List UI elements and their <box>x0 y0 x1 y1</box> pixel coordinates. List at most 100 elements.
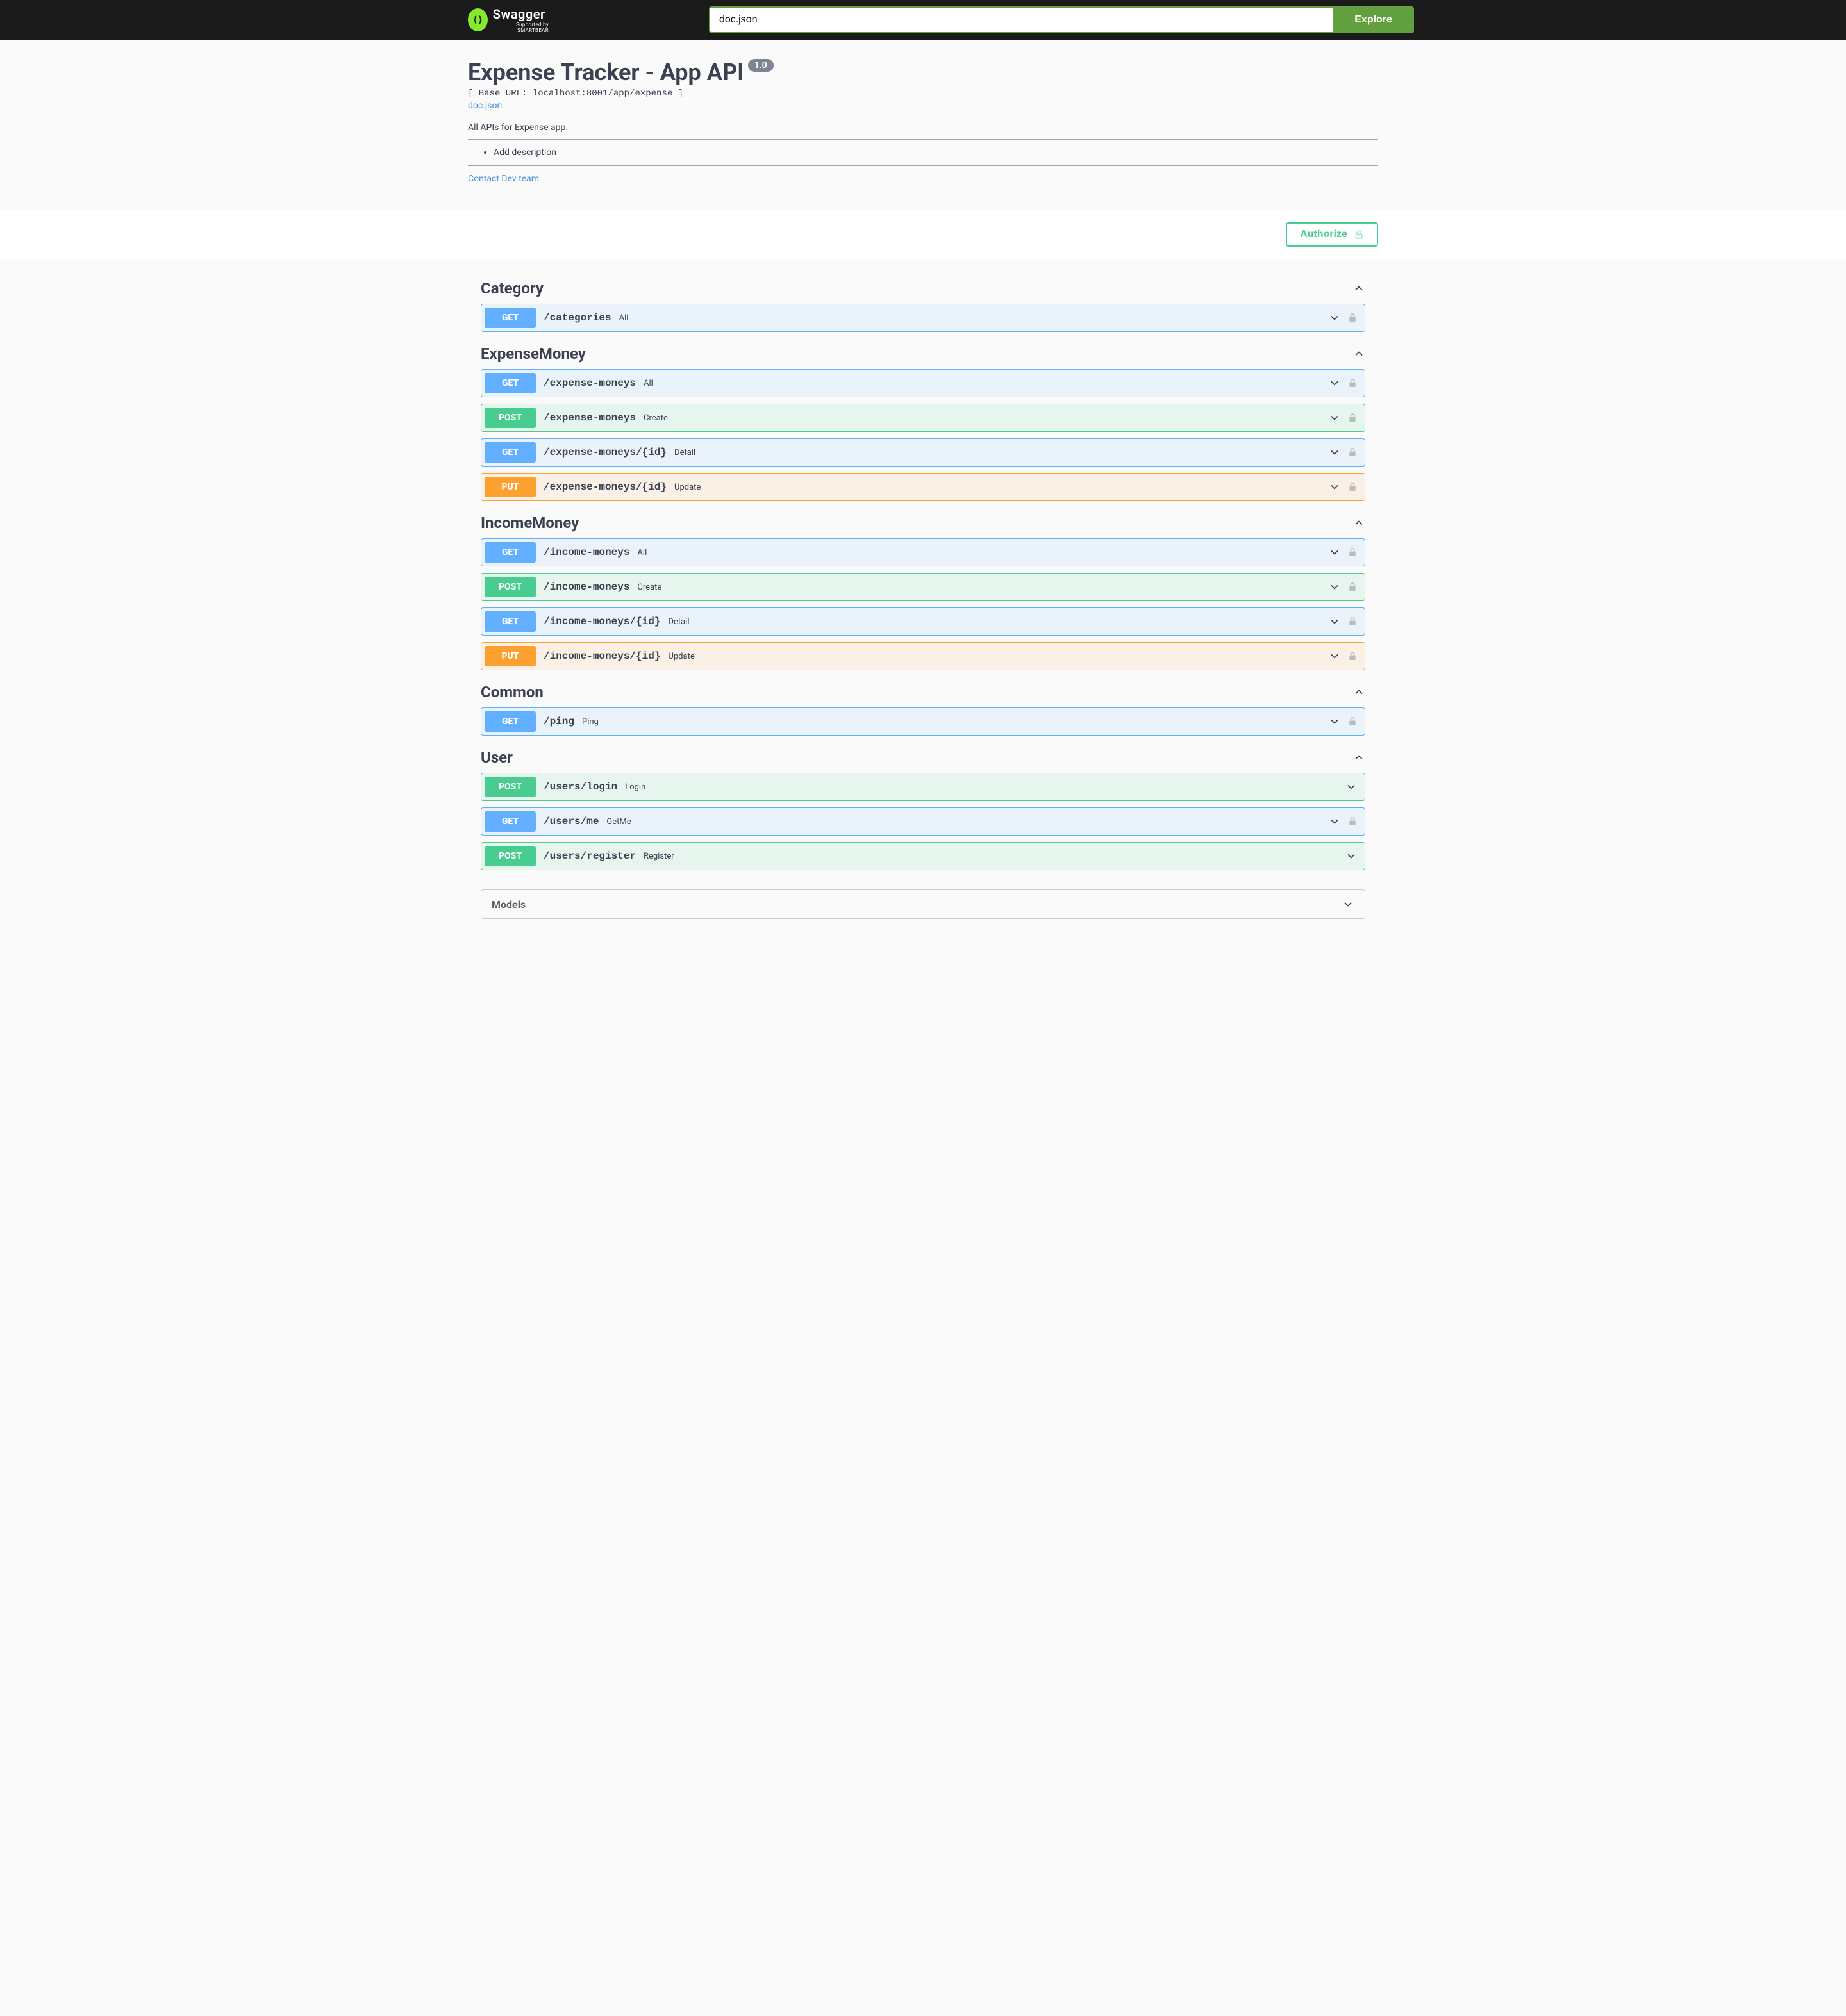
lock-icon[interactable] <box>1347 412 1358 424</box>
chevron-down-icon <box>1345 850 1358 863</box>
chevron-down-icon <box>1328 377 1341 390</box>
lock-icon[interactable] <box>1347 547 1358 558</box>
lock-icon[interactable] <box>1347 447 1358 458</box>
operation-row[interactable]: POST/users/register Register <box>481 842 1365 870</box>
method-badge: GET <box>485 611 536 632</box>
method-badge: GET <box>485 711 536 732</box>
operation-row[interactable]: POST/users/loginLogin <box>481 773 1365 801</box>
chevron-down-icon <box>1328 446 1341 459</box>
chevron-down-icon <box>1328 311 1341 324</box>
base-url: [ Base URL: localhost:8001/app/expense ] <box>468 88 1378 99</box>
lock-icon[interactable] <box>1347 650 1358 662</box>
spec-url-input[interactable] <box>709 6 1333 33</box>
lock-icon[interactable] <box>1347 616 1358 627</box>
operation-path: /users/register <box>544 850 636 862</box>
lock-icon[interactable] <box>1347 377 1358 389</box>
method-badge: GET <box>485 542 536 563</box>
operation-summary: Ping <box>582 717 599 727</box>
info-section: Expense Tracker - App API 1.0 [ Base URL… <box>0 40 1846 210</box>
tag-header[interactable]: Category <box>481 273 1365 304</box>
chevron-down-icon <box>1328 581 1341 593</box>
method-badge: GET <box>485 442 536 463</box>
operation-summary: Detail <box>668 617 689 627</box>
operation-row[interactable]: POST/expense-moneys Create <box>481 404 1365 432</box>
operation-path: /income-moneys <box>544 547 629 558</box>
operation-summary: Create <box>644 413 668 423</box>
scheme-section: Authorize <box>0 210 1846 260</box>
tag-section: Common GET/pingPing <box>481 677 1365 736</box>
operation-row[interactable]: GET/categories All <box>481 304 1365 332</box>
operation-row[interactable]: GET/expense-moneys/{id} Detail <box>481 438 1365 467</box>
operation-path: /expense-moneys/{id} <box>544 447 667 458</box>
operation-row[interactable]: PUT/income-moneys/{id}Update <box>481 642 1365 670</box>
doc-json-link[interactable]: doc.json <box>468 101 502 111</box>
operation-path: /categories <box>544 312 611 324</box>
lock-icon[interactable] <box>1347 716 1358 727</box>
lock-icon[interactable] <box>1347 816 1358 827</box>
operation-summary: All <box>619 313 629 323</box>
operation-summary: GetMe <box>606 817 631 827</box>
tag-name: Category <box>481 279 544 297</box>
tag-section: ExpenseMoney GET/expense-moneys All POST/ex… <box>481 338 1365 501</box>
logo-text: Swagger <box>493 6 545 22</box>
tag-name: IncomeMoney <box>481 514 579 532</box>
models-section[interactable]: Models <box>481 889 1365 919</box>
tag-name: User <box>481 748 513 766</box>
authorize-button[interactable]: Authorize <box>1286 222 1378 247</box>
operation-path: /users/me <box>544 816 599 827</box>
api-description: All APIs for Expense app. <box>468 122 1378 133</box>
method-badge: PUT <box>485 477 536 497</box>
chevron-up-icon <box>1352 347 1365 360</box>
operation-path: /expense-moneys <box>544 377 636 389</box>
tag-header[interactable]: IncomeMoney <box>481 508 1365 538</box>
swagger-logo-icon: { } <box>468 8 488 31</box>
chevron-down-icon <box>1328 615 1341 628</box>
tag-name: Common <box>481 683 544 701</box>
chevron-down-icon <box>1328 411 1341 424</box>
operation-row[interactable]: GET/income-moneys/{id}Detail <box>481 607 1365 636</box>
method-badge: GET <box>485 373 536 393</box>
operation-summary: Login <box>625 782 645 792</box>
version-badge: 1.0 <box>748 59 774 72</box>
operation-row[interactable]: GET/income-moneysAll <box>481 538 1365 566</box>
operations-content: Category GET/categories All ExpenseMoney GET… <box>468 260 1378 932</box>
chevron-up-icon <box>1352 282 1365 295</box>
contact-link[interactable]: Contact Dev team <box>468 174 539 184</box>
lock-icon[interactable] <box>1347 481 1358 493</box>
operation-summary: Update <box>674 483 701 492</box>
tag-section: UserPOST/users/loginLoginGET/users/meGet… <box>481 742 1365 870</box>
method-badge: GET <box>485 308 536 328</box>
chevron-up-icon <box>1352 751 1365 764</box>
tag-header[interactable]: ExpenseMoney <box>481 338 1365 369</box>
lock-icon[interactable] <box>1347 581 1358 593</box>
operation-row[interactable]: GET/users/meGetMe <box>481 807 1365 836</box>
operation-row[interactable]: PUT/expense-moneys/{id}Update <box>481 473 1365 501</box>
operation-summary: Register <box>644 852 674 861</box>
chevron-down-icon <box>1328 546 1341 559</box>
chevron-down-icon <box>1328 481 1341 493</box>
operation-row[interactable]: GET/pingPing <box>481 707 1365 736</box>
lock-icon[interactable] <box>1347 312 1358 324</box>
operation-summary: Create <box>637 582 661 592</box>
operation-path: /users/login <box>544 781 617 793</box>
operation-summary: All <box>644 379 653 388</box>
operation-path: /income-moneys <box>544 581 629 593</box>
operation-row[interactable]: GET/expense-moneys All <box>481 369 1365 397</box>
logo-subtitle: Supported by SMARTBEAR <box>493 22 549 33</box>
explore-button[interactable]: Explore <box>1333 6 1414 33</box>
logo[interactable]: { } Swagger Supported by SMARTBEAR <box>468 6 549 33</box>
method-badge: POST <box>485 408 536 428</box>
tag-header[interactable]: Common <box>481 677 1365 707</box>
tag-name: ExpenseMoney <box>481 345 586 363</box>
method-badge: POST <box>485 577 536 597</box>
operation-path: /income-moneys/{id} <box>544 650 660 662</box>
operation-summary: Detail <box>674 448 695 458</box>
chevron-down-icon <box>1328 650 1341 663</box>
tag-section: Category GET/categories All <box>481 273 1365 332</box>
operation-row[interactable]: POST/income-moneys Create <box>481 573 1365 601</box>
operation-path: /expense-moneys <box>544 412 636 424</box>
tag-header[interactable]: User <box>481 742 1365 773</box>
topbar: { } Swagger Supported by SMARTBEAR Explo… <box>0 0 1846 40</box>
unlock-icon <box>1354 229 1364 240</box>
method-badge: POST <box>485 846 536 866</box>
